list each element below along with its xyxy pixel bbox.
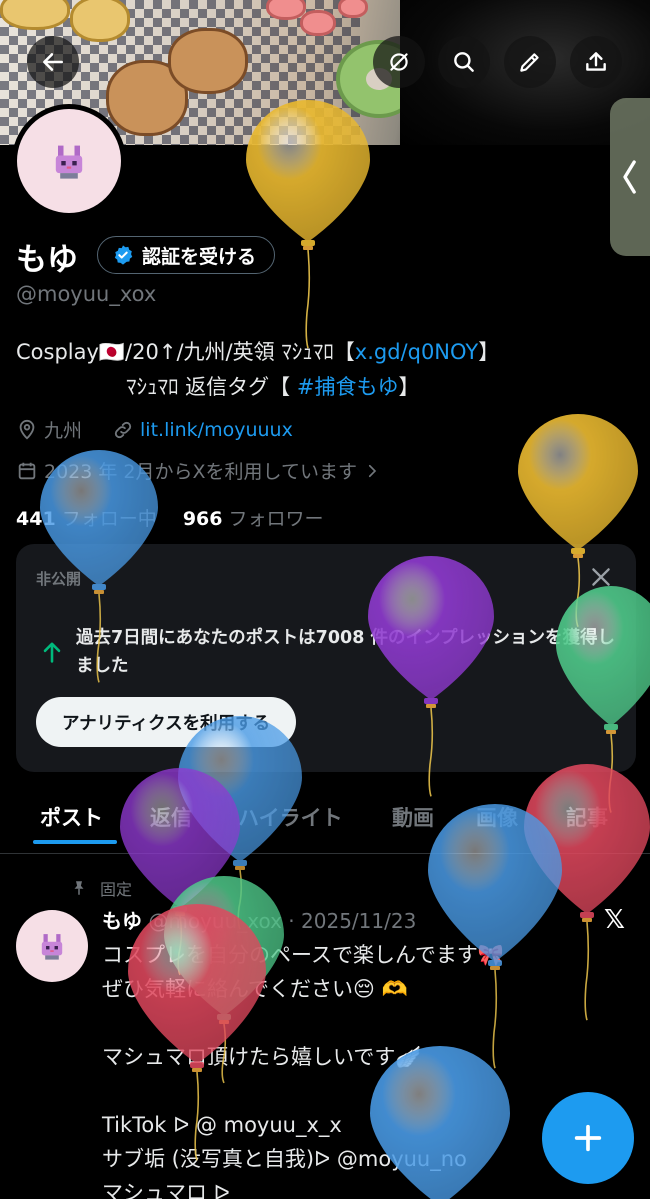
- share-icon: [586, 52, 606, 71]
- pinned-indicator: 固定: [70, 876, 132, 900]
- tab-posts[interactable]: ポスト: [40, 792, 103, 832]
- x-logo-icon: 𝕏: [604, 905, 625, 935]
- arrow-up-icon: [43, 642, 61, 663]
- followers-link[interactable]: 966 フォロワー: [183, 508, 324, 530]
- tab-highlights[interactable]: ハイライト: [238, 792, 343, 832]
- post-author-name[interactable]: もゆ: [102, 909, 142, 933]
- post-body: コスプレを自分のペースで楽しんでます🎀 ぜひ気軽に絡んでください😔 🫶 マシュマ…: [102, 943, 505, 1199]
- tab-replies[interactable]: 返信: [150, 792, 192, 832]
- following-link[interactable]: 441 フォロー中: [16, 508, 157, 530]
- bunny-pixel-icon: [55, 145, 83, 179]
- following-label: フォロー中: [61, 508, 157, 530]
- bio-hashtag[interactable]: #捕食もゆ: [297, 375, 399, 399]
- location-text: 九州: [44, 420, 83, 442]
- grok-button[interactable]: [373, 36, 425, 88]
- banner-cookie: [300, 10, 336, 36]
- back-button[interactable]: [27, 36, 79, 88]
- website-link[interactable]: lit.link/moyuuux: [140, 419, 293, 441]
- link-icon: [114, 421, 132, 438]
- bunny-pixel-icon: [41, 934, 63, 960]
- banner-cookie: [338, 0, 368, 18]
- grok-icon: [390, 53, 408, 71]
- chevron-left-icon: [623, 160, 636, 194]
- bio-text: Cosplay🇯🇵/20↑/九州/英領 ﾏｼｭﾏﾛ【: [16, 340, 355, 364]
- side-drawer-handle[interactable]: [610, 98, 650, 256]
- joined-row[interactable]: 2023 年 2月からXを利用しています: [16, 457, 381, 484]
- arrow-left-icon: [43, 53, 63, 71]
- plus-icon: [574, 1124, 602, 1152]
- use-analytics-button[interactable]: アナリティクスを利用する: [36, 697, 297, 747]
- impressions-message: 過去7日間にあなたのポストは7008 件のインプレッションを獲得しました: [76, 628, 615, 676]
- tab-videos[interactable]: 動画: [392, 792, 434, 832]
- bio-link[interactable]: x.gd/q0NOY: [355, 340, 478, 364]
- followers-label: フォロワー: [228, 508, 324, 530]
- pinned-label: 固定: [100, 880, 133, 899]
- follow-counts: 441 フォロー中 966 フォロワー: [16, 504, 324, 531]
- post-author-avatar[interactable]: [16, 910, 88, 982]
- bio-text: 】: [398, 375, 420, 399]
- compose-post-button[interactable]: [542, 1092, 634, 1184]
- avatar-image: [17, 109, 121, 213]
- joined-text: 2023 年 2月からXを利用しています: [44, 461, 357, 483]
- calendar-icon: [18, 462, 36, 479]
- get-verified-button[interactable]: 認証を受ける: [97, 236, 276, 274]
- tab-articles[interactable]: 記事: [566, 792, 608, 832]
- bio-line-2: ﾏｼｭﾏﾛ 返信タグ【 #捕食もゆ】: [126, 371, 419, 401]
- active-tab-indicator: [33, 840, 117, 844]
- edit-pen-icon: [520, 53, 539, 72]
- verified-badge-icon: [114, 245, 133, 265]
- banner-cookie: [168, 28, 248, 94]
- search-icon: [454, 52, 474, 72]
- profile-meta-row: 九州 lit.link/moyuuux: [16, 416, 293, 443]
- profile-avatar[interactable]: [12, 104, 126, 218]
- chevron-right-icon: [368, 464, 377, 477]
- profile-tabs: ポスト 返信 ハイライト 動画 画像 記事: [0, 792, 650, 854]
- profile-handle: @moyuu_xox: [16, 282, 157, 306]
- pin-icon: [74, 881, 84, 895]
- analytics-card: 非公開 過去7日間にあなたのポストは7008 件のインプレッションを獲得しました…: [16, 544, 636, 772]
- bio-text: 】: [478, 340, 500, 364]
- banner-cookie: [70, 0, 130, 42]
- share-button[interactable]: [570, 36, 622, 88]
- post-handle-date: @moyuu_xox · 2025/11/23: [148, 909, 417, 933]
- location-pin-icon: [19, 419, 35, 440]
- following-count: 441: [16, 508, 56, 530]
- bio-line-1: Cosplay🇯🇵/20↑/九州/英領 ﾏｼｭﾏﾛ【x.gd/q0NOY】: [16, 336, 499, 366]
- bio-text: ﾏｼｭﾏﾛ 返信タグ【: [126, 375, 297, 399]
- private-tag: 非公開: [36, 570, 82, 588]
- edit-button[interactable]: [504, 36, 556, 88]
- followers-count: 966: [182, 508, 223, 530]
- close-icon[interactable]: [588, 564, 614, 590]
- get-verified-label: 認証を受ける: [142, 245, 257, 268]
- tab-images[interactable]: 画像: [476, 792, 518, 832]
- profile-name: もゆ: [16, 242, 78, 278]
- search-button[interactable]: [438, 36, 490, 88]
- post-header: もゆ @moyuu_xox · 2025/11/23: [102, 905, 416, 934]
